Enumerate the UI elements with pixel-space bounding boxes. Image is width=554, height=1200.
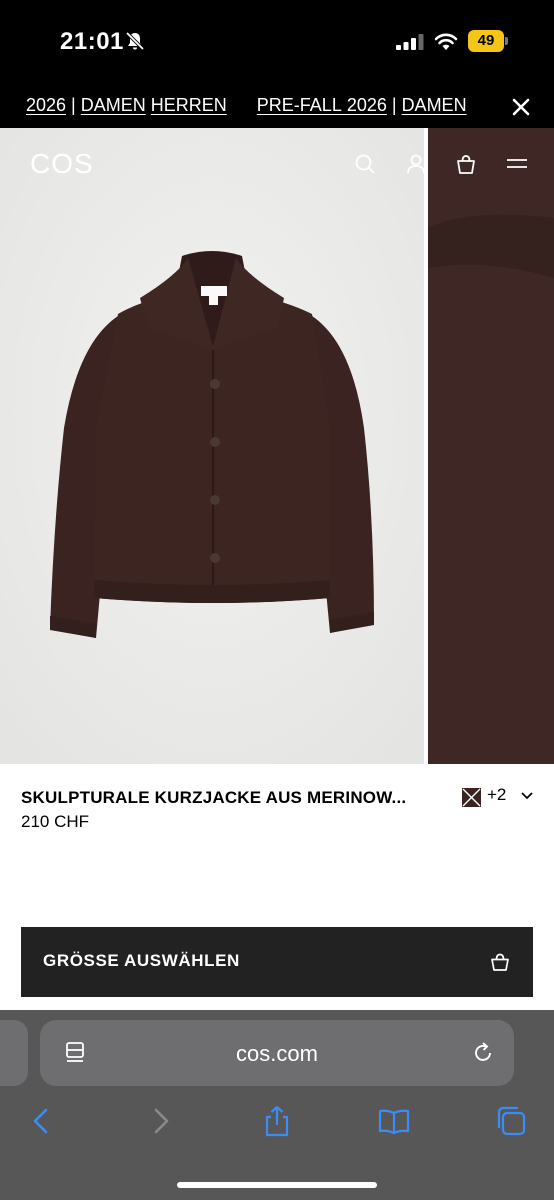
promo-link[interactable]: DAMEN xyxy=(402,95,467,116)
reload-icon[interactable] xyxy=(470,1040,496,1066)
brand-logo[interactable]: COS xyxy=(30,148,94,180)
color-swatch-icon[interactable] xyxy=(462,788,481,807)
chevron-down-icon[interactable] xyxy=(520,790,534,802)
battery-icon: 49 xyxy=(468,30,508,52)
wifi-icon xyxy=(434,33,458,50)
product-info: SKULPTURALE KURZJACKE AUS MERINOW... 210… xyxy=(0,764,554,1010)
back-icon[interactable] xyxy=(24,1104,58,1138)
promo-link[interactable]: 2026 xyxy=(26,95,66,116)
search-icon[interactable] xyxy=(353,152,377,176)
jacket-image xyxy=(0,128,424,764)
home-indicator[interactable] xyxy=(177,1182,377,1188)
share-icon[interactable] xyxy=(260,1104,294,1138)
bag-icon[interactable] xyxy=(454,152,478,176)
bookmarks-icon[interactable] xyxy=(377,1104,411,1138)
promo-link[interactable]: HERREN xyxy=(151,95,227,116)
battery-tip xyxy=(505,37,508,45)
tabs-icon[interactable] xyxy=(494,1104,528,1138)
select-size-button[interactable]: GRÖSSE AUSWÄHLEN xyxy=(21,927,533,997)
menu-icon[interactable] xyxy=(505,152,529,176)
promo-link[interactable]: PRE-FALL 2026 xyxy=(257,95,387,116)
product-gallery[interactable] xyxy=(0,128,554,764)
url-text[interactable]: cos.com xyxy=(40,1041,514,1067)
browser-toolbar: cos.com xyxy=(0,1010,554,1200)
battery-level: 49 xyxy=(468,30,504,52)
select-size-label: GRÖSSE AUSWÄHLEN xyxy=(43,951,240,970)
status-time: 21:01 xyxy=(60,28,124,55)
close-icon[interactable] xyxy=(508,94,534,120)
bell-slash-icon xyxy=(125,31,145,51)
fabric-closeup-image xyxy=(428,128,554,764)
promo-banner: 2026 | DAMEN HERREN PRE-FALL 2026 | DAME… xyxy=(0,84,554,128)
bag-icon xyxy=(491,953,509,971)
promo-separator: | xyxy=(66,95,81,115)
product-price: 210 CHF xyxy=(21,812,90,831)
next-slide-preview[interactable] xyxy=(428,128,554,764)
promo-separator xyxy=(227,95,257,116)
more-colors-count[interactable]: +2 xyxy=(487,785,506,805)
site-header: COS xyxy=(0,128,554,198)
signal-icon xyxy=(396,34,424,50)
product-image[interactable] xyxy=(0,128,424,764)
status-bar: 21:01 49 xyxy=(0,0,554,84)
forward-icon[interactable] xyxy=(144,1104,178,1138)
previous-tab[interactable] xyxy=(0,1020,28,1086)
account-icon[interactable] xyxy=(404,152,428,176)
product-title[interactable]: SKULPTURALE KURZJACKE AUS MERINOW... xyxy=(21,788,406,808)
address-bar[interactable]: cos.com xyxy=(40,1020,514,1086)
promo-separator: | xyxy=(386,95,402,115)
promo-marquee: 2026 | DAMEN HERREN PRE-FALL 2026 | DAME… xyxy=(0,95,492,119)
promo-link[interactable]: DAMEN xyxy=(81,95,146,116)
